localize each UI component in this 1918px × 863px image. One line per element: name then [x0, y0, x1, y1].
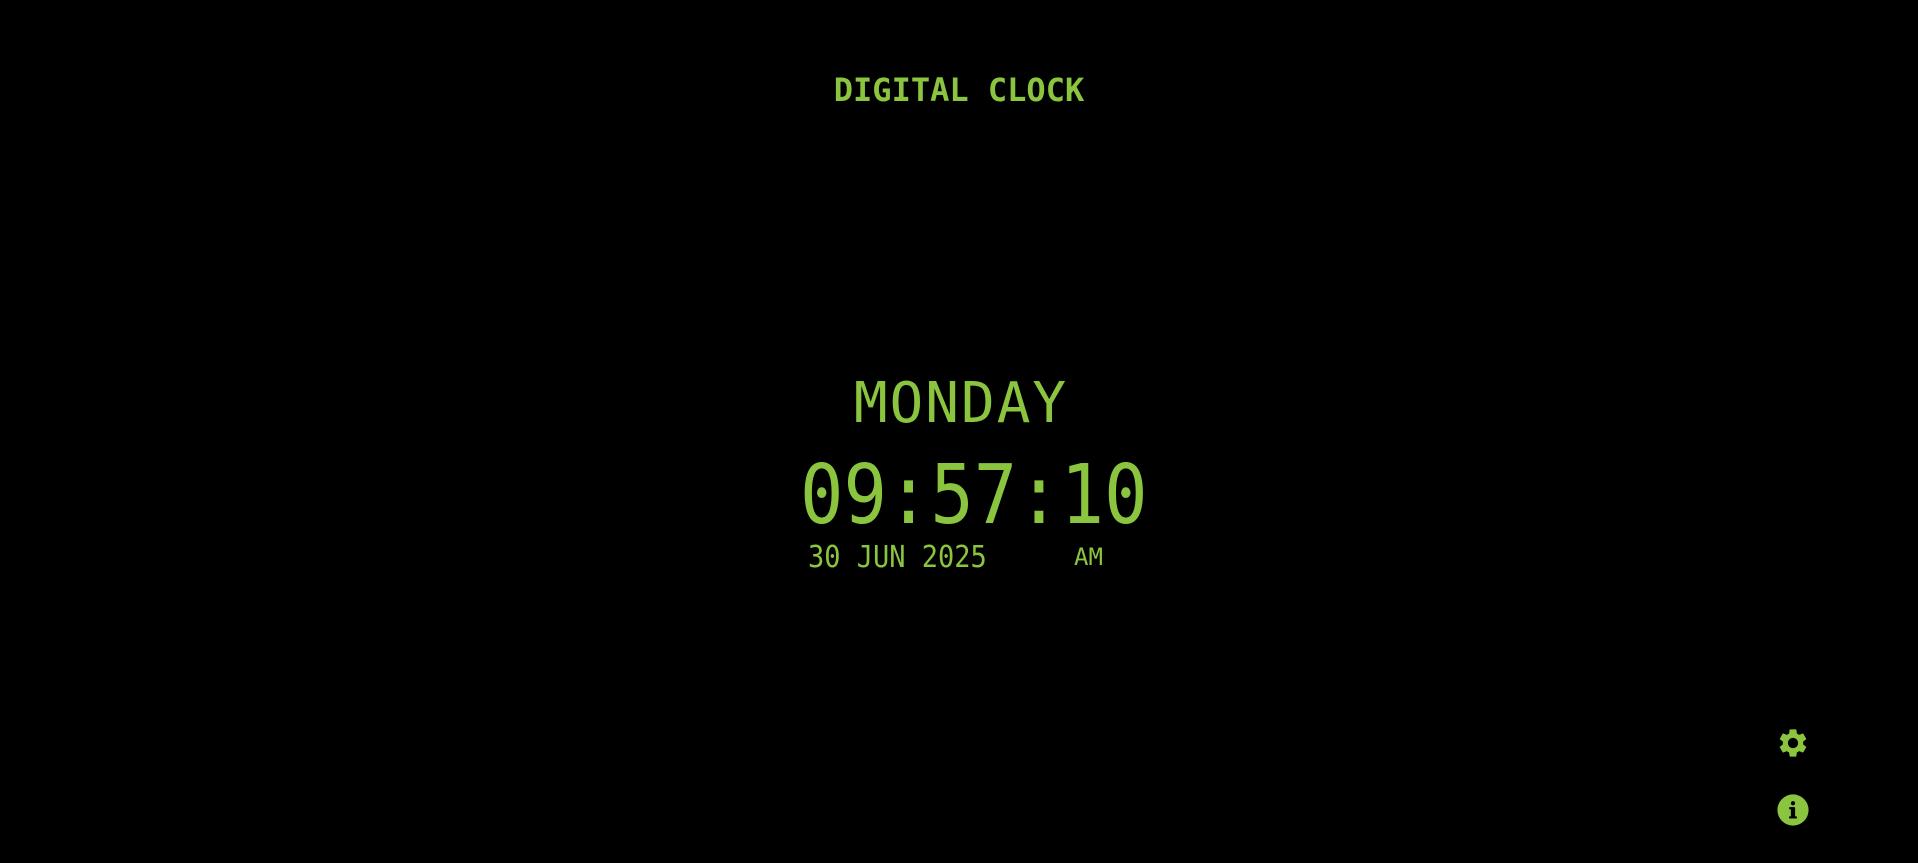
clock-display: MONDAY 09:57:10 30 JUN 2025 AM: [800, 370, 1148, 590]
app-title: DIGITAL CLOCK: [833, 71, 1085, 109]
date-display: 30 JUN 2025: [808, 540, 987, 575]
info-button[interactable]: [1776, 793, 1810, 827]
settings-button[interactable]: [1776, 726, 1810, 760]
period-indicator: AM: [1074, 543, 1103, 571]
time-display: 09:57:10: [800, 448, 1148, 543]
weekday-label: MONDAY: [853, 371, 1069, 436]
info-icon: [1776, 793, 1810, 827]
gear-icon: [1776, 726, 1810, 760]
